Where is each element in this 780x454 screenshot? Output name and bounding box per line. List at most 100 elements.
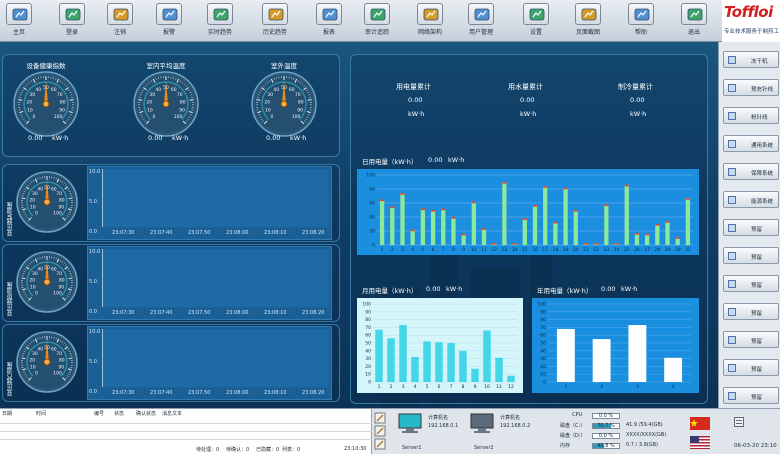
yearly-title: 年用电量（kW·h） bbox=[537, 287, 593, 295]
toolbar-button-8[interactable]: 审计追踪 bbox=[360, 3, 394, 39]
alarm-row[interactable] bbox=[0, 425, 372, 432]
toolbar-button-5[interactable]: 实时趋势 bbox=[203, 3, 237, 39]
toolbar-button-4[interactable]: 报警 bbox=[152, 3, 186, 39]
sidebar-button-label: 粉针线 bbox=[751, 115, 768, 121]
bar bbox=[390, 206, 395, 245]
y-tick-label: 0 bbox=[372, 243, 375, 249]
bar bbox=[410, 229, 415, 245]
alarm-row[interactable] bbox=[0, 433, 372, 440]
sidebar-button-13[interactable]: 预留 bbox=[723, 387, 779, 404]
y-tick-label: 20 bbox=[540, 364, 546, 370]
toolbar-button-3[interactable]: 注销 bbox=[103, 3, 137, 39]
help-icon bbox=[628, 3, 654, 25]
x-tick-label: 11 bbox=[496, 384, 502, 390]
alarm-table[interactable]: 日期 时间 编号 状态 确认状态 消息文本 待处理：0 待确认：0 已隐藏：0 列表：0 23:10… bbox=[0, 409, 372, 454]
sidebar-button-4[interactable]: 通用系统 bbox=[723, 135, 779, 152]
gauge-tick-label: 40 bbox=[37, 347, 43, 353]
gauge-value: 0.00 bbox=[28, 134, 43, 142]
alarm-row[interactable] bbox=[0, 417, 372, 424]
gauge-tick-label: 10 bbox=[265, 107, 271, 113]
bar-cap bbox=[655, 224, 660, 226]
bar-cap bbox=[594, 242, 599, 245]
trend-chart[interactable]: 10.0 5.0 0.0 23:07:30 23:07:40 23:07:50 23:08:… bbox=[87, 166, 332, 240]
sidebar-button-1[interactable]: 冻干机 bbox=[723, 51, 779, 68]
toolbar-button-12[interactable]: 页面截图 bbox=[571, 3, 605, 39]
toolbar-button-6[interactable]: 历史趋势 bbox=[258, 3, 292, 39]
exit-icon bbox=[681, 3, 707, 25]
x-tick-label: 8 bbox=[452, 247, 455, 253]
bar-cap bbox=[461, 233, 466, 236]
y-tick-label: 40 bbox=[365, 348, 371, 354]
gauge-tick-label: 80 bbox=[59, 358, 65, 364]
alarm-tools-icon[interactable] bbox=[374, 412, 386, 452]
alarm-column-header: 确认状态 bbox=[136, 411, 157, 417]
bar bbox=[507, 375, 515, 382]
bar bbox=[481, 228, 487, 245]
toolbar-button-14[interactable]: 退出 bbox=[677, 3, 711, 39]
system-metric-value: 40.8 % bbox=[597, 443, 615, 449]
x-tick-label: 29 bbox=[665, 247, 671, 253]
x-tick-label: 10 bbox=[471, 247, 477, 253]
sidebar-button-11[interactable]: 预留 bbox=[723, 331, 779, 348]
x-tick-label: 1 bbox=[378, 384, 381, 390]
bar bbox=[411, 357, 419, 382]
x-tick-label: 19 bbox=[563, 247, 569, 253]
trend-x-label: 23:08:10 bbox=[264, 390, 287, 396]
trend-x-label: 23:07:30 bbox=[112, 310, 135, 316]
datetime: 06-03-20 23:10 bbox=[734, 443, 777, 449]
keyboard-icon[interactable] bbox=[734, 417, 744, 427]
server-monitor-icon[interactable] bbox=[470, 413, 494, 435]
daily-value: 0.00 bbox=[428, 156, 443, 164]
toolbar-button-2[interactable]: 登录 bbox=[55, 3, 89, 39]
china-flag-icon[interactable] bbox=[690, 417, 710, 430]
status-bar: 日期 时间 编号 状态 确认状态 消息文本 待处理：0 待确认：0 已隐藏：0 列表：0 23:10… bbox=[0, 408, 780, 454]
trend-chart[interactable]: 10.0 5.0 0.0 23:07:30 23:07:40 23:07:50 23:08:… bbox=[87, 326, 332, 400]
x-tick-label: 4 bbox=[411, 247, 414, 253]
alarm-footer-count: 列表：0 bbox=[282, 447, 301, 453]
y-tick-label: 90 bbox=[540, 309, 546, 315]
toolbar-button-13[interactable]: 帮助 bbox=[624, 3, 658, 39]
x-tick-label: 14 bbox=[512, 247, 518, 253]
bar bbox=[430, 210, 436, 245]
system-metric-value: 0.0 % bbox=[598, 413, 614, 419]
sidebar-button-12[interactable]: 预留 bbox=[723, 359, 779, 376]
x-tick-label: 5 bbox=[421, 247, 424, 253]
toolbar-button-10[interactable]: 用户管理 bbox=[464, 3, 498, 39]
total-unit: kW·h bbox=[520, 110, 537, 118]
system-metric-value: 70.7 % bbox=[597, 423, 615, 429]
sidebar-button-2[interactable]: 预充针线 bbox=[723, 79, 779, 96]
x-tick-label: 21 bbox=[583, 247, 589, 253]
server-monitor-icon[interactable] bbox=[398, 413, 422, 435]
toolbar-button-1[interactable]: 主页 bbox=[2, 3, 36, 39]
sidebar-button-8[interactable]: 预留 bbox=[723, 247, 779, 264]
gauge-tick-label: 0 bbox=[271, 114, 274, 120]
sidebar-button-7[interactable]: 预留 bbox=[723, 219, 779, 236]
gauge-tick-label: 0 bbox=[33, 114, 36, 120]
trend-chart[interactable]: 10.0 5.0 0.0 23:07:30 23:07:40 23:07:50 23:08:… bbox=[87, 246, 332, 320]
x-tick-label: 10 bbox=[484, 384, 490, 390]
usa-flag-icon[interactable] bbox=[690, 436, 710, 449]
gauge-tick-label: 60 bbox=[289, 87, 295, 93]
sidebar-button-9[interactable]: 预留 bbox=[723, 275, 779, 292]
y-tick-label: 60 bbox=[540, 333, 546, 339]
sidebar-button-10[interactable]: 预留 bbox=[723, 303, 779, 320]
gauge-tick-label: 60 bbox=[51, 87, 57, 93]
bar bbox=[628, 325, 647, 382]
system-metric-bar: 0.0 % bbox=[592, 413, 620, 419]
bar bbox=[604, 204, 609, 245]
y-tick-label: 50 bbox=[540, 341, 546, 347]
sidebar-button-3[interactable]: 粉针线 bbox=[723, 107, 779, 124]
sidebar-button-6[interactable]: 能源系统 bbox=[723, 191, 779, 208]
toolbar-button-11[interactable]: 设置 bbox=[519, 3, 553, 39]
bar bbox=[664, 357, 683, 382]
system-metric-bar: 70.7 % bbox=[592, 423, 620, 429]
gauge-tick-label: 80 bbox=[60, 99, 66, 105]
server-ip: 192.168.0.2 bbox=[500, 423, 531, 429]
toolbar-button-7[interactable]: 报表 bbox=[312, 3, 346, 39]
trend-y-label: 0.0 bbox=[89, 309, 97, 315]
toolbar-button-9[interactable]: 网络架构 bbox=[413, 3, 447, 39]
y-tick-label: 70 bbox=[540, 325, 546, 331]
bar bbox=[399, 325, 407, 382]
y-tick-label: 80 bbox=[369, 187, 375, 193]
sidebar-button-5[interactable]: 保障系统 bbox=[723, 163, 779, 180]
